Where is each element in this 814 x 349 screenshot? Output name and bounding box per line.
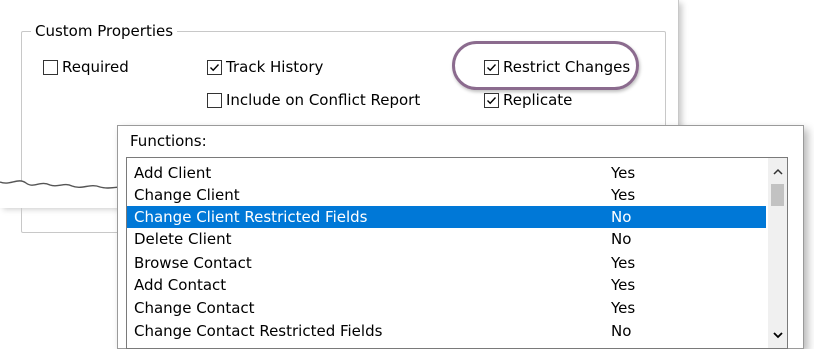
checkbox-box[interactable]: [484, 92, 499, 108]
functions-listbox[interactable]: Add Client Yes Change Client Yes Change …: [126, 157, 788, 349]
function-name: Add Contact: [134, 276, 227, 294]
checkbox-label: Required: [62, 58, 129, 76]
check-icon: [487, 96, 497, 104]
function-name: Browse Contact: [134, 254, 252, 272]
function-value: Yes: [611, 276, 636, 294]
function-name: Change Contact Restricted Fields: [134, 322, 383, 340]
chevron-down-icon: [772, 331, 783, 338]
list-item-selected[interactable]: Change Client Restricted Fields No: [127, 206, 766, 228]
list-item[interactable]: Browse Contact Yes: [127, 252, 766, 274]
checkbox-include-on-conflict-report[interactable]: Include on Conflict Report: [207, 89, 420, 111]
checkbox-replicate[interactable]: Replicate: [484, 89, 572, 111]
list-item[interactable]: Add Contact Yes: [127, 274, 766, 296]
list-item[interactable]: Change Contact Yes: [127, 297, 766, 319]
checkbox-required[interactable]: Required: [43, 56, 129, 78]
function-value: No: [611, 230, 632, 248]
function-value: No: [611, 322, 632, 340]
list-item[interactable]: Add Client Yes: [127, 162, 766, 184]
scroll-down-button[interactable]: [768, 326, 787, 344]
function-value: Yes: [611, 299, 636, 317]
scroll-up-button[interactable]: [768, 162, 787, 180]
checkbox-label: Replicate: [503, 91, 573, 109]
list-item[interactable]: Change Client Yes: [127, 184, 766, 206]
checkbox-restrict-changes[interactable]: Restrict Changes: [484, 56, 630, 78]
check-icon: [487, 63, 497, 71]
scroll-thumb[interactable]: [771, 184, 784, 206]
function-value: No: [611, 208, 632, 226]
checkbox-box[interactable]: [207, 59, 222, 75]
function-name: Add Client: [134, 164, 212, 182]
function-value: Yes: [611, 186, 636, 204]
list-item[interactable]: Change Contact Restricted Fields No: [127, 320, 766, 342]
chevron-up-icon: [772, 168, 783, 175]
function-name: Delete Client: [134, 230, 232, 248]
function-value: Yes: [611, 254, 636, 272]
checkbox-label: Include on Conflict Report: [226, 91, 421, 109]
torn-edge: [0, 180, 130, 208]
check-icon: [210, 63, 220, 71]
function-name: Change Client: [134, 186, 240, 204]
functions-label: Functions:: [130, 132, 207, 150]
checkbox-label: Track History: [226, 58, 324, 76]
function-name: Change Contact: [134, 299, 255, 317]
list-item[interactable]: Delete Client No: [127, 228, 766, 250]
checkbox-box[interactable]: [43, 59, 58, 75]
checkbox-box[interactable]: [484, 59, 499, 75]
checkbox-track-history[interactable]: Track History: [207, 56, 323, 78]
function-name: Change Client Restricted Fields: [134, 208, 368, 226]
vertical-scrollbar[interactable]: [768, 158, 787, 348]
checkbox-label: Restrict Changes: [503, 58, 631, 76]
custom-properties-title: Custom Properties: [31, 21, 178, 41]
function-value: Yes: [611, 164, 636, 182]
checkbox-box[interactable]: [207, 92, 222, 108]
